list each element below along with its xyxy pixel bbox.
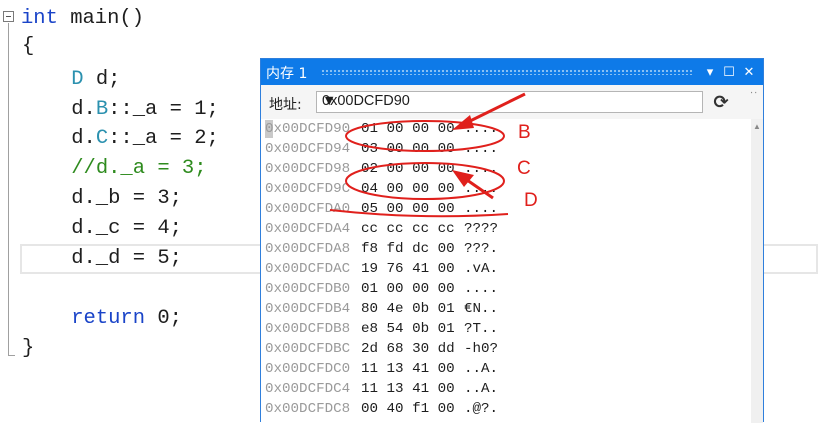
drag-grip[interactable] [321,69,693,75]
memory-address: 0x00DCFDAC [265,261,351,277]
memory-bytes[interactable]: 19 76 41 00 [361,259,455,279]
code-line[interactable]: //d._a = 3; [22,155,207,183]
memory-address: 0x00DCFDA0 [265,201,351,217]
annotation-label-c: C [517,158,531,179]
memory-ascii[interactable]: ..A. [464,379,498,399]
memory-bytes[interactable]: 80 4e 0b 01 [361,299,455,319]
code-token: d. [22,127,96,150]
code-token: main() [57,7,145,30]
memory-ascii[interactable]: .@?. [464,399,498,419]
memory-ascii[interactable]: €N.. [464,299,498,319]
memory-bytes[interactable]: f8 fd dc 00 [361,239,455,259]
code-token: d._d = 5; [22,247,182,270]
code-line[interactable]: return 0; [22,305,182,333]
memory-bytes[interactable]: 02 00 00 00 [361,159,455,179]
code-line[interactable]: d.B::_a = 1; [22,96,219,124]
code-token: d. [22,98,96,121]
scroll-up-icon[interactable]: ▲ [753,122,761,131]
memory-grid[interactable]: 0x00DCFD90 01 00 00 00.... 0x00DCFD94 03 00… [261,119,751,423]
memory-address: 0x00DCFDA4 [265,221,351,237]
memory-ascii[interactable]: -h0? [464,339,498,359]
memory-bytes[interactable]: 00 40 f1 00 [361,399,455,419]
memory-bytes[interactable]: 04 00 00 00 [361,179,455,199]
memory-bytes[interactable]: e8 54 0b 01 [361,319,455,339]
memory-ascii[interactable]: ..A. [464,359,498,379]
memory-window[interactable]: 内存 1 ▾ ☐ ✕ 地址: 0x00DCFD90 ▼ ⟳ ⋅⋅ 0x00DCF… [260,58,764,423]
memory-address: 0x00DCFDC0 [265,361,351,377]
collapse-toggle-icon[interactable] [3,11,14,22]
memory-address: 0x00DCFD90 [265,121,351,137]
memory-address: 0x00DCFDB0 [265,281,351,297]
code-line[interactable]: d._d = 5; [22,245,182,273]
memory-bytes[interactable]: 01 00 00 00 [361,119,455,139]
memory-window-title-bar[interactable]: 内存 1 ▾ ☐ ✕ [261,59,763,85]
code-line[interactable]: { [22,33,34,61]
memory-ascii[interactable]: ???? [464,219,498,239]
code-line[interactable]: d._b = 3; [22,185,182,213]
code-token: } [22,337,35,360]
code-token: { [22,35,35,58]
code-token: return [71,307,146,330]
memory-bytes[interactable]: 01 00 00 00 [361,279,455,299]
vertical-scrollbar[interactable]: ▲ [751,119,763,423]
address-label: 地址: [269,97,302,113]
memory-bytes[interactable]: 11 13 41 00 [361,359,455,379]
memory-bytes[interactable]: 2d 68 30 dd [361,339,455,359]
code-token: 0; [145,307,182,330]
code-token: C [95,127,109,150]
code-token: ::_a = 1; [108,98,219,121]
annotation-label-d: D [524,190,538,211]
code-token: d._b = 3; [22,187,182,210]
memory-bytes[interactable]: 03 00 00 00 [361,139,455,159]
memory-bytes[interactable]: 05 00 00 00 [361,199,455,219]
memory-address: 0x00DCFDB8 [265,321,351,337]
code-token: B [95,98,109,121]
memory-bytes[interactable]: cc cc cc cc [361,219,455,239]
memory-address: 0x00DCFDB4 [265,301,351,317]
memory-ascii[interactable]: .... [464,199,498,219]
fold-guide [8,23,9,356]
address-input[interactable]: 0x00DCFD90 ▼ [316,91,703,113]
code-token: //d._a = 3; [71,157,207,180]
maximize-button[interactable]: ☐ [720,63,738,81]
code-token: ::_a = 2; [108,127,219,150]
memory-window-title: 内存 1 [266,66,308,82]
refresh-icon[interactable]: ⟳ [710,92,732,114]
more-options-icon[interactable]: ⋅⋅ [750,88,758,99]
annotation-label-b: B [518,122,531,143]
close-button[interactable]: ✕ [740,63,758,81]
code-token: d._c = 4; [22,217,182,240]
memory-ascii[interactable]: .vA. [464,259,498,279]
memory-ascii[interactable]: .... [464,159,498,179]
memory-address: 0x00DCFD9C [265,181,351,197]
chevron-down-icon[interactable]: ▼ [322,93,699,109]
memory-ascii[interactable]: .... [464,139,498,159]
code-line[interactable]: d._c = 4; [22,215,182,243]
code-line[interactable]: D d; [22,66,120,94]
memory-address: 0x00DCFD94 [265,141,351,157]
code-line[interactable]: } [22,335,34,363]
window-dropdown-button[interactable]: ▾ [701,63,719,81]
memory-address: 0x00DCFD98 [265,161,351,177]
fold-guide-end [8,355,15,356]
address-bar: 地址: 0x00DCFD90 ▼ ⟳ ⋅⋅ [261,85,763,119]
memory-address: 0x00DCFDC8 [265,401,351,417]
memory-address: 0x00DCFDC4 [265,381,351,397]
memory-address: 0x00DCFDA8 [265,241,351,257]
code-line[interactable]: d.C::_a = 2; [22,125,219,153]
code-token: d; [83,68,121,91]
code-line[interactable]: int main() [21,5,144,33]
memory-ascii[interactable]: ?T.. [464,319,498,339]
code-token: int [21,7,58,30]
memory-ascii[interactable]: .... [464,119,498,139]
memory-ascii[interactable]: .... [464,279,498,299]
memory-ascii[interactable]: .... [464,179,498,199]
memory-address: 0x00DCFDBC [265,341,351,357]
memory-bytes[interactable]: 11 13 41 00 [361,379,455,399]
memory-ascii[interactable]: ???. [464,239,498,259]
code-token: D [71,68,84,91]
